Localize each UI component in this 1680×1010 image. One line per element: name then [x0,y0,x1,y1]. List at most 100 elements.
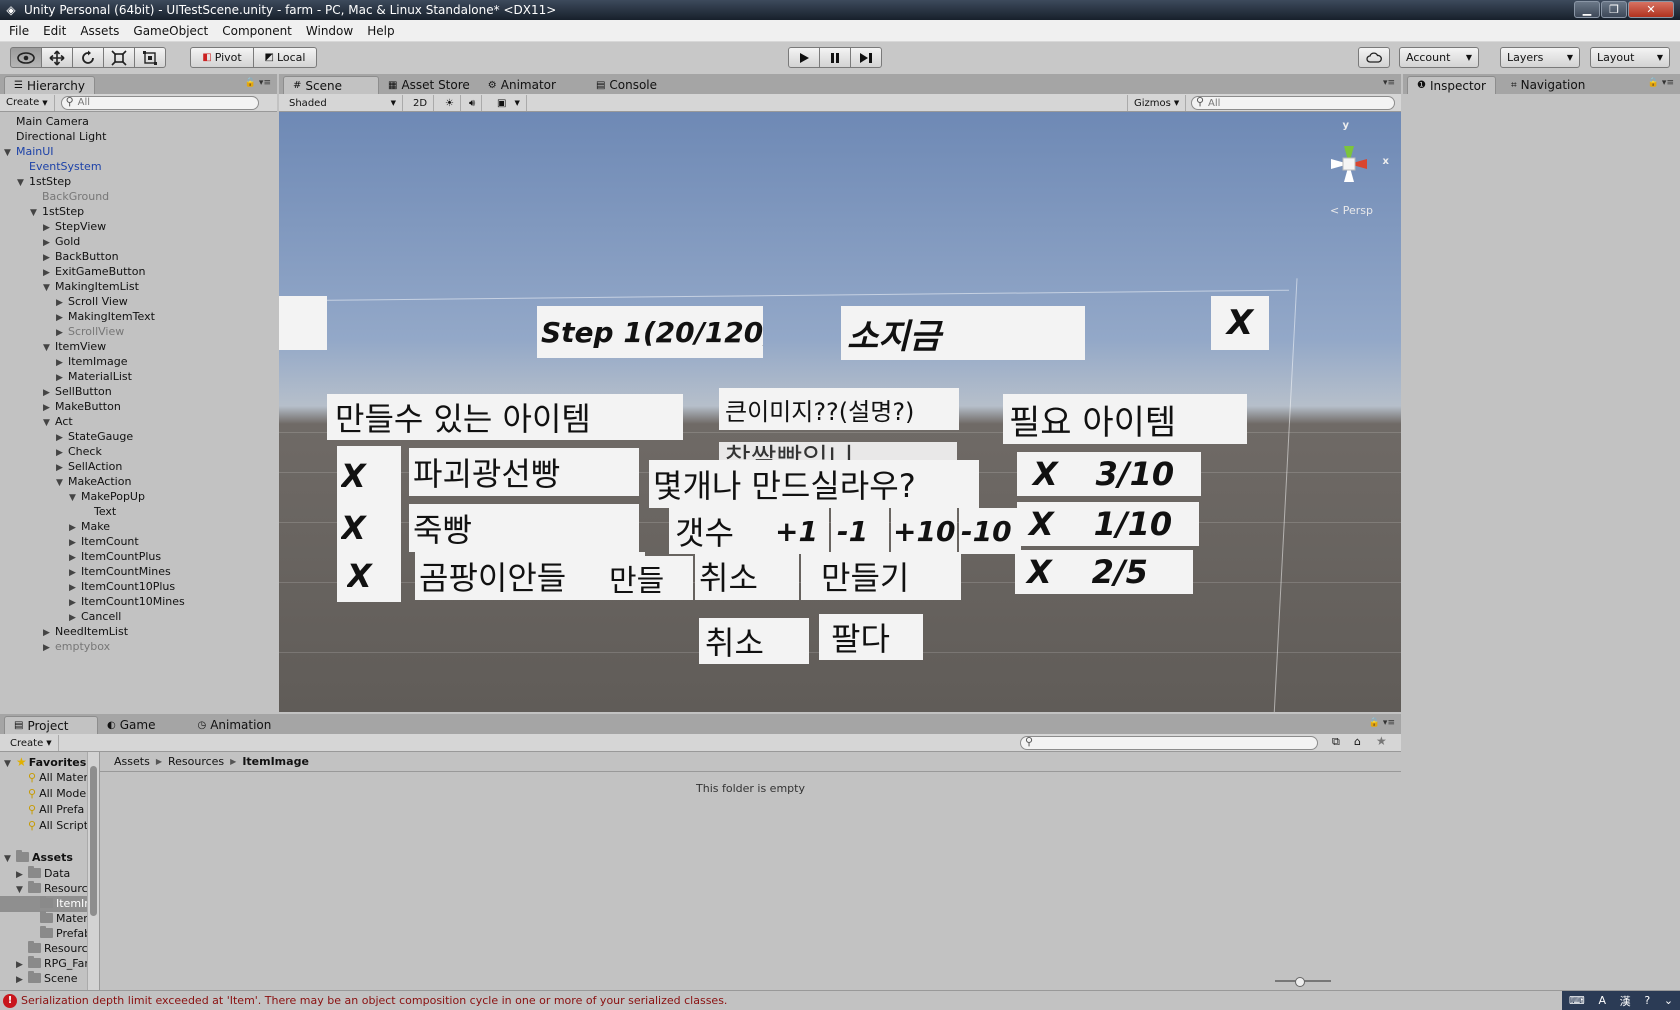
tab-project[interactable]: ▤ Project [4,716,98,734]
panel-menu-icon[interactable]: 🔒 ▾≡ [1369,718,1395,728]
hierarchy-item[interactable]: ▼ 1stStep [30,204,84,220]
move-tool-button[interactable] [41,47,73,68]
chevron-down-icon[interactable]: ▼ [43,340,55,356]
hierarchy-item[interactable]: ▶ NeedItemList [43,624,128,640]
scene-cancel2-button[interactable]: 취소 [699,618,809,664]
hierarchy-item[interactable]: ▶ Scroll View [56,294,128,310]
hierarchy-item[interactable]: ▶ SellButton [43,384,112,400]
asset-folder-item[interactable]: ▼ Resource [16,881,94,897]
filter-type-icon[interactable]: ⧉ [1332,735,1340,749]
hierarchy-item[interactable]: ▶ ItemCount10Mines [69,594,185,610]
hierarchy-item[interactable]: ▶ Gold [43,234,80,250]
hierarchy-item[interactable]: ▼ MakePopUp [69,489,145,505]
layers-dropdown[interactable]: Layers ▼ [1500,47,1580,68]
hierarchy-create-dropdown[interactable]: Create ▼ [0,94,55,111]
favorite-item[interactable]: ⚲ All Mode [28,786,86,802]
ime-help[interactable]: ? [1644,994,1650,1007]
scene-need-row[interactable]: X 1/10 [1017,502,1199,546]
chevron-right-icon[interactable]: ▶ [16,972,28,988]
hierarchy-item[interactable]: ▶ ScrollView [56,324,124,340]
scene-make-row-name[interactable]: 파괴광선빵 [409,448,639,496]
gizmos-dropdown[interactable]: Gizmos ▼ [1127,95,1187,111]
account-dropdown[interactable]: Account ▼ [1399,47,1479,68]
chevron-down-icon[interactable]: ▼ [30,205,42,221]
scene-popup-question[interactable]: 몇개나 만드실라우? [649,460,979,508]
scene-exit-button[interactable]: X [1211,296,1269,350]
icon-size-slider-handle[interactable] [1295,977,1305,987]
asset-folder-item[interactable]: ▶ Data [16,866,70,882]
hierarchy-item[interactable]: ▼ ItemView [43,339,106,355]
hierarchy-item[interactable]: ▼ MakingItemList [43,279,139,295]
tab-animation[interactable]: ◷ Animation [188,716,280,734]
breadcrumb-itemimage[interactable]: ItemImage [242,755,309,768]
menu-edit[interactable]: Edit [36,24,73,38]
chevron-down-icon[interactable]: ▼ [17,175,29,191]
scene-ui-panel[interactable] [279,296,327,350]
hierarchy-item[interactable]: ▶ ItemCount [69,534,139,550]
asset-folder-item[interactable]: ItemIr [0,896,90,912]
scene-make-row-x[interactable]: X [341,456,385,496]
hierarchy-item[interactable]: ▶ StateGauge [56,429,133,445]
project-search-input[interactable] [1020,735,1318,750]
menu-help[interactable]: Help [360,24,401,38]
status-bar[interactable]: ! Serialization depth limit exceeded at … [0,990,1680,1010]
tab-console[interactable]: ▤ Console [587,76,666,94]
local-button[interactable]: ◩ Local [253,47,317,68]
project-create-dropdown[interactable]: Create ▼ [4,735,59,751]
pivot-button[interactable]: ◧ Pivot [190,47,254,68]
hierarchy-item[interactable]: EventSystem [17,159,102,175]
scene-viewport[interactable]: Step 1(20/120) 소지금 X 만들수 있는 아이템 큰이미지??(설… [279,112,1401,712]
favorite-item[interactable]: ⚲ All Mater [28,770,88,786]
scene-plus1-button[interactable]: +1 [773,508,829,554]
hierarchy-item[interactable]: ▼ MainUI [4,144,54,160]
scene-audio-button[interactable]: 🔊︎ [463,95,483,111]
hierarchy-item[interactable]: ▼ Act [43,414,73,430]
layout-dropdown[interactable]: Layout ▼ [1590,47,1670,68]
hierarchy-item[interactable]: ▶ ExitGameButton [43,264,145,280]
scale-tool-button[interactable] [103,47,135,68]
maximize-button[interactable]: ❐ [1601,1,1627,18]
tab-inspector[interactable]: ❶ Inspector [1407,76,1496,94]
tray-expand-icon[interactable]: ⌄ [1664,994,1673,1007]
hierarchy-item[interactable]: Main Camera [4,114,89,130]
scene-need-row[interactable]: X 3/10 [1017,452,1201,496]
scene-make-row-x[interactable]: X [341,508,385,548]
menu-file[interactable]: File [2,24,36,38]
tab-asset-store[interactable]: ▦ Asset Store [379,76,479,94]
minimize-button[interactable]: ▁ [1574,1,1600,18]
hierarchy-item[interactable]: ▶ Cancell [69,609,121,625]
hierarchy-item[interactable]: ▶ MakeButton [43,399,121,415]
scene-minus10-button[interactable]: -10 [959,508,1021,554]
scene-gold-label[interactable]: 소지금 [841,306,1085,360]
asset-folder-item[interactable]: Prefab [28,926,91,942]
hierarchy-item[interactable]: ▶ BackButton [43,249,119,265]
asset-folder-item[interactable]: Resource [16,941,94,957]
hierarchy-item[interactable]: Directional Light [4,129,106,145]
cloud-button[interactable] [1358,47,1390,68]
scene-effects-dropdown[interactable]: ▣ ▼ [491,95,527,111]
ime-mode-a[interactable]: A [1598,994,1606,1007]
hierarchy-item[interactable]: ▶ MakingItemText [56,309,155,325]
chevron-down-icon[interactable]: ▼ [4,145,16,161]
hierarchy-item[interactable]: ▼ 1stStep [17,174,71,190]
hierarchy-item[interactable]: ▶ ItemCountMines [69,564,171,580]
toggle-2d-button[interactable]: 2D [407,95,435,111]
scene-plus10-button[interactable]: +10 [891,508,957,554]
tab-hierarchy[interactable]: ☰ Hierarchy [4,76,95,94]
shading-mode-dropdown[interactable]: Shaded ▼ [283,95,403,111]
breadcrumb-resources[interactable]: Resources [168,755,224,768]
asset-folder-item[interactable]: Materi [28,911,91,927]
scene-make-row-x[interactable]: X [347,556,391,596]
scene-need-row[interactable]: X 2/5 [1015,550,1193,594]
pause-button[interactable] [819,47,851,68]
scene-make-row-name[interactable]: 죽빵 [409,504,639,552]
menu-assets[interactable]: Assets [73,24,126,38]
hierarchy-item[interactable]: ▼ MakeAction [56,474,131,490]
chevron-down-icon[interactable]: ▼ [56,475,68,491]
panel-menu-icon[interactable]: 🔒 ▾≡ [245,78,271,88]
label-tag-icon[interactable]: ⌂ [1354,735,1361,748]
hierarchy-item[interactable]: ▶ ItemImage [56,354,128,370]
asset-folder-item[interactable]: ▶ Scene [16,971,78,987]
chevron-down-icon[interactable]: ▼ [69,490,81,506]
hierarchy-item[interactable]: ▶ ItemCountPlus [69,549,161,565]
